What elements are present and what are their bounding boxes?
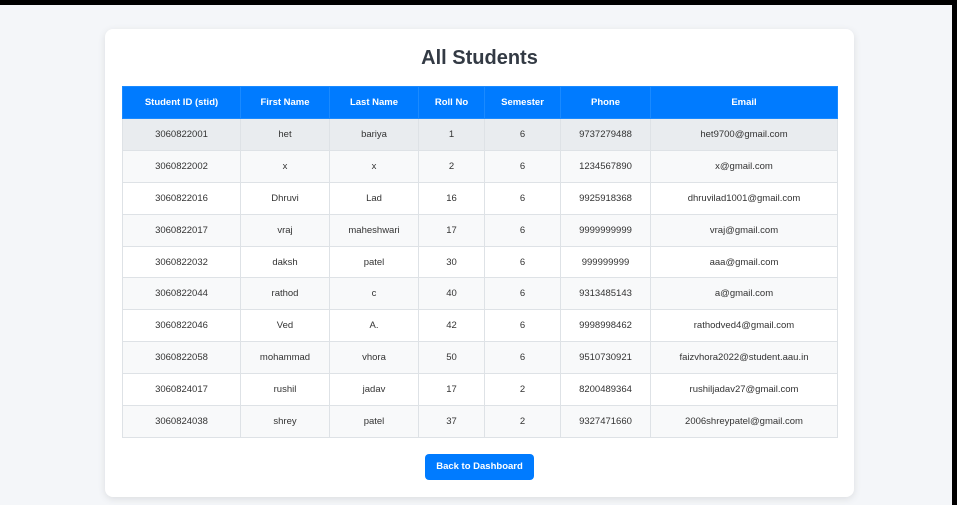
cell-student-id: 3060824017 bbox=[122, 373, 241, 407]
header-last-name: Last Name bbox=[329, 86, 419, 119]
cell-last-name: c bbox=[329, 277, 419, 311]
cell-student-id: 3060822044 bbox=[122, 277, 241, 311]
cell-roll-no: 42 bbox=[418, 309, 485, 343]
table-row: 3060822032 daksh patel 30 6 999999999 aa… bbox=[122, 245, 838, 279]
table-row: 3060824038 shrey patel 37 2 9327471660 2… bbox=[122, 405, 838, 438]
cell-phone: 9998998462 bbox=[560, 309, 651, 343]
cell-first-name: Dhruvi bbox=[240, 181, 330, 215]
cell-first-name: rathod bbox=[240, 277, 330, 311]
cell-first-name: x bbox=[240, 149, 330, 183]
cell-first-name: shrey bbox=[240, 405, 330, 438]
table-row: 3060822017 vraj maheshwari 17 6 99999999… bbox=[122, 213, 838, 247]
table-row: 3060824017 rushil jadav 17 2 8200489364 … bbox=[122, 373, 838, 407]
cell-student-id: 3060822002 bbox=[122, 149, 241, 183]
cell-last-name: maheshwari bbox=[329, 213, 419, 247]
cell-semester: 6 bbox=[484, 341, 561, 375]
cell-student-id: 3060822016 bbox=[122, 181, 241, 215]
cell-semester: 6 bbox=[484, 213, 561, 247]
cell-semester: 2 bbox=[484, 405, 561, 438]
cell-last-name: vhora bbox=[329, 341, 419, 375]
table-row: 3060822058 mohammad vhora 50 6 951073092… bbox=[122, 341, 838, 375]
cell-student-id: 3060822017 bbox=[122, 213, 241, 247]
cell-phone: 9313485143 bbox=[560, 277, 651, 311]
page-viewport: All Students Student ID (stid) First Nam… bbox=[0, 5, 952, 505]
cell-email: dhruvilad1001@gmail.com bbox=[650, 181, 838, 215]
cell-semester: 6 bbox=[484, 149, 561, 183]
cell-roll-no: 30 bbox=[418, 245, 485, 279]
cell-last-name: bariya bbox=[329, 118, 419, 151]
cell-email: aaa@gmail.com bbox=[650, 245, 838, 279]
actions-bar: Back to Dashboard bbox=[105, 454, 854, 480]
cell-student-id: 3060824038 bbox=[122, 405, 241, 438]
cell-roll-no: 16 bbox=[418, 181, 485, 215]
cell-roll-no: 1 bbox=[418, 118, 485, 151]
cell-last-name: A. bbox=[329, 309, 419, 343]
cell-student-id: 3060822058 bbox=[122, 341, 241, 375]
cell-first-name: mohammad bbox=[240, 341, 330, 375]
cell-semester: 6 bbox=[484, 181, 561, 215]
cell-email: vraj@gmail.com bbox=[650, 213, 838, 247]
cell-phone: 9510730921 bbox=[560, 341, 651, 375]
header-phone: Phone bbox=[560, 86, 651, 119]
table-row: 3060822046 Ved A. 42 6 9998998462 rathod… bbox=[122, 309, 838, 343]
back-to-dashboard-button[interactable]: Back to Dashboard bbox=[425, 454, 534, 480]
table-row: 3060822016 Dhruvi Lad 16 6 9925918368 dh… bbox=[122, 181, 838, 215]
cell-email: het9700@gmail.com bbox=[650, 118, 838, 151]
cell-first-name: Ved bbox=[240, 309, 330, 343]
cell-semester: 6 bbox=[484, 245, 561, 279]
cell-first-name: daksh bbox=[240, 245, 330, 279]
header-first-name: First Name bbox=[240, 86, 330, 119]
cell-phone: 9925918368 bbox=[560, 181, 651, 215]
cell-last-name: x bbox=[329, 149, 419, 183]
table-header-row: Student ID (stid) First Name Last Name R… bbox=[122, 86, 838, 119]
header-email: Email bbox=[650, 86, 838, 119]
cell-email: a@gmail.com bbox=[650, 277, 838, 311]
cell-phone: 1234567890 bbox=[560, 149, 651, 183]
cell-phone: 9999999999 bbox=[560, 213, 651, 247]
cell-student-id: 3060822032 bbox=[122, 245, 241, 279]
cell-last-name: patel bbox=[329, 245, 419, 279]
cell-phone: 9327471660 bbox=[560, 405, 651, 438]
cell-email: rushiljadav27@gmail.com bbox=[650, 373, 838, 407]
cell-roll-no: 2 bbox=[418, 149, 485, 183]
header-roll-no: Roll No bbox=[418, 86, 485, 119]
cell-roll-no: 37 bbox=[418, 405, 485, 438]
cell-last-name: Lad bbox=[329, 181, 419, 215]
cell-last-name: jadav bbox=[329, 373, 419, 407]
cell-roll-no: 17 bbox=[418, 373, 485, 407]
cell-email: 2006shreypatel@gmail.com bbox=[650, 405, 838, 438]
cell-last-name: patel bbox=[329, 405, 419, 438]
cell-first-name: vraj bbox=[240, 213, 330, 247]
students-table: Student ID (stid) First Name Last Name R… bbox=[122, 86, 838, 438]
cell-roll-no: 50 bbox=[418, 341, 485, 375]
cell-phone: 9737279488 bbox=[560, 118, 651, 151]
header-student-id: Student ID (stid) bbox=[122, 86, 241, 119]
cell-roll-no: 17 bbox=[418, 213, 485, 247]
cell-first-name: het bbox=[240, 118, 330, 151]
cell-student-id: 3060822001 bbox=[122, 118, 241, 151]
cell-semester: 6 bbox=[484, 309, 561, 343]
cell-phone: 999999999 bbox=[560, 245, 651, 279]
cell-semester: 6 bbox=[484, 118, 561, 151]
students-card: All Students Student ID (stid) First Nam… bbox=[105, 29, 854, 497]
cell-email: faizvhora2022@student.aau.in bbox=[650, 341, 838, 375]
table-row: 3060822002 x x 2 6 1234567890 x@gmail.co… bbox=[122, 149, 838, 183]
cell-semester: 2 bbox=[484, 373, 561, 407]
cell-roll-no: 40 bbox=[418, 277, 485, 311]
page-title: All Students bbox=[421, 47, 538, 69]
cell-first-name: rushil bbox=[240, 373, 330, 407]
cell-semester: 6 bbox=[484, 277, 561, 311]
table-row: 3060822044 rathod c 40 6 9313485143 a@gm… bbox=[122, 277, 838, 311]
cell-phone: 8200489364 bbox=[560, 373, 651, 407]
cell-student-id: 3060822046 bbox=[122, 309, 241, 343]
cell-email: rathodved4@gmail.com bbox=[650, 309, 838, 343]
header-semester: Semester bbox=[484, 86, 561, 119]
cell-email: x@gmail.com bbox=[650, 149, 838, 183]
table-row: 3060822001 het bariya 1 6 9737279488 het… bbox=[122, 118, 838, 151]
